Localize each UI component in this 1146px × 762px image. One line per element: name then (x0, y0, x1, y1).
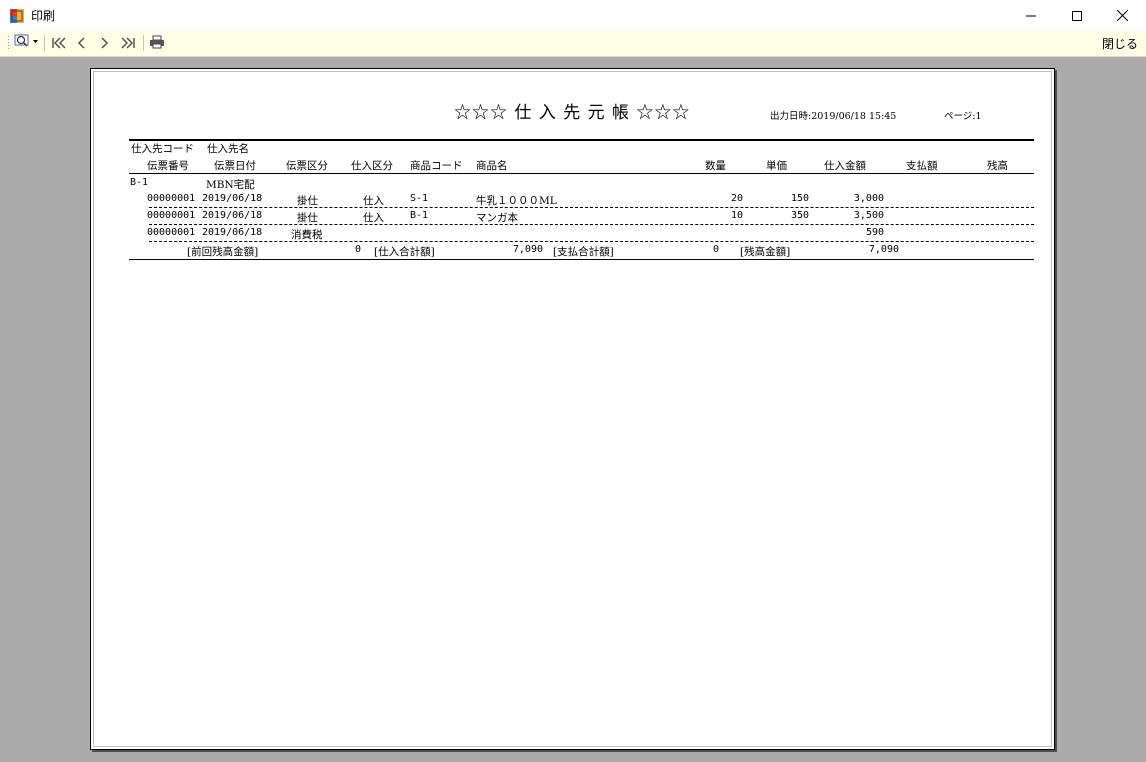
col-quantity: 数量 (705, 160, 726, 172)
row-date: 2019/06/18 (202, 193, 263, 204)
row-slip-no: 00000001 (147, 227, 196, 238)
header-bottom-rule (129, 173, 1034, 174)
row-price: 150 (790, 193, 809, 204)
prev-balance-value: 0 (354, 244, 361, 255)
printer-icon (149, 34, 165, 53)
toolbar-separator (44, 35, 45, 51)
minimize-button[interactable] (1008, 0, 1054, 31)
row-product-name: マンガ本 (476, 212, 518, 224)
close-window-button[interactable] (1099, 0, 1145, 31)
page-number: ページ:1 (944, 111, 982, 122)
report-page: ☆☆☆ 仕 入 先 元 帳 ☆☆☆ 出力日時:2019/06/18 15:45 … (90, 68, 1055, 750)
row-separator (149, 241, 1034, 242)
last-page-button[interactable] (117, 34, 139, 52)
row-purchase-type: 仕入 (363, 195, 384, 207)
col-purchase-type: 仕入区分 (351, 160, 393, 172)
balance-total-label: [残高金額] (740, 246, 791, 258)
window-title: 印刷 (31, 9, 56, 23)
col-supplier-name: 仕入先名 (207, 143, 249, 155)
row-date: 2019/06/18 (202, 227, 263, 238)
toolbar-grip (5, 34, 11, 52)
preview-toolbar: 閉じる (0, 31, 1146, 57)
supplier-name-value: MBN宅配 (206, 179, 255, 191)
row-slip-no: 00000001 (147, 193, 196, 204)
col-balance: 残高 (987, 160, 1008, 172)
col-payment-amount: 支払額 (906, 160, 938, 172)
col-purchase-amount: 仕入金額 (824, 160, 866, 172)
maximize-icon (1072, 6, 1082, 25)
supplier-code-value: B-1 (130, 177, 149, 188)
col-slip-no: 伝票番号 (147, 160, 189, 172)
toolbar-separator (143, 35, 144, 51)
col-slip-date: 伝票日付 (214, 160, 256, 172)
row-slip-type: 掛仕 (297, 212, 318, 224)
output-datetime: 出力日時:2019/06/18 15:45 (770, 111, 897, 122)
payment-total-value: 0 (712, 244, 719, 255)
close-preview-button[interactable]: 閉じる (1102, 35, 1138, 52)
col-product-code: 商品コード (410, 160, 463, 172)
row-qty: 20 (730, 193, 743, 204)
row-slip-type: 消費税 (291, 229, 323, 241)
row-qty: 10 (730, 210, 743, 221)
print-app-icon (10, 8, 24, 23)
balance-total-value: 7,090 (868, 244, 899, 255)
first-page-button[interactable] (49, 34, 69, 52)
row-amount: 3,500 (853, 210, 884, 221)
close-icon (1116, 6, 1128, 25)
row-date: 2019/06/18 (202, 210, 263, 221)
col-supplier-code: 仕入先コード (131, 143, 194, 155)
col-unit-price: 単価 (766, 160, 787, 172)
col-product-name: 商品名 (476, 160, 508, 172)
header-top-rule (129, 139, 1034, 141)
row-amount: 3,000 (853, 193, 884, 204)
first-page-icon (51, 34, 67, 53)
row-product-code: B-1 (410, 210, 429, 221)
maximize-button[interactable] (1054, 0, 1100, 31)
prev-balance-label: [前回残高金額] (187, 246, 259, 258)
window-titlebar: 印刷 (0, 0, 1146, 31)
next-page-icon (99, 34, 109, 53)
row-slip-type: 掛仕 (297, 195, 318, 207)
previous-page-icon (77, 34, 87, 53)
row-amount: 590 (865, 227, 884, 238)
minimize-icon (1026, 6, 1036, 25)
row-price: 350 (790, 210, 809, 221)
previous-page-button[interactable] (73, 34, 91, 52)
print-button[interactable] (148, 34, 166, 52)
row-product-name: 牛乳１０００ML (476, 195, 557, 207)
row-slip-no: 00000001 (147, 210, 196, 221)
totals-bottom-rule (129, 259, 1034, 260)
row-separator (149, 224, 1034, 225)
row-purchase-type: 仕入 (363, 212, 384, 224)
zoom-icon (13, 33, 39, 53)
purchase-total-label: [仕入合計額] (374, 246, 435, 258)
purchase-total-value: 7,090 (512, 244, 543, 255)
col-slip-type: 伝票区分 (286, 160, 328, 172)
last-page-icon (120, 34, 136, 53)
report-title: ☆☆☆ 仕 入 先 元 帳 ☆☆☆ (454, 103, 691, 123)
payment-total-label: [支払合計額] (553, 246, 614, 258)
zoom-dropdown-button[interactable] (12, 34, 40, 52)
next-page-button[interactable] (95, 34, 113, 52)
row-separator (149, 207, 1034, 208)
row-product-code: S-1 (410, 193, 429, 204)
